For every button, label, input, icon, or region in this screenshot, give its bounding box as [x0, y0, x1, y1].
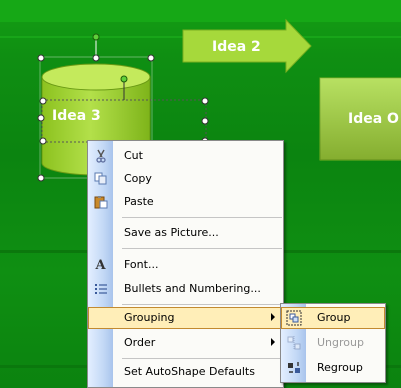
menu-item-font[interactable]: A Font... — [88, 254, 283, 276]
font-icon: A — [95, 257, 106, 273]
menu-item-label: Font... — [124, 258, 159, 271]
submenu-item-group[interactable]: Group — [281, 307, 385, 329]
submenu-item-ungroup[interactable]: Ungroup — [281, 332, 385, 354]
ungroup-icon — [285, 335, 302, 351]
menu-separator — [122, 304, 282, 305]
menu-item-copy[interactable]: Copy — [88, 168, 283, 190]
regroup-icon — [285, 360, 302, 376]
menu-separator — [122, 358, 282, 359]
grouping-submenu: Group Ungroup Regroup — [280, 303, 386, 383]
group-icon — [285, 310, 302, 326]
menu-separator — [122, 217, 282, 218]
menu-item-order[interactable]: Order — [88, 332, 283, 354]
menu-item-label: Set AutoShape Defaults — [124, 365, 255, 378]
menu-separator — [122, 248, 282, 249]
menu-item-save-as-picture[interactable]: Save as Picture... — [88, 222, 283, 244]
menu-item-paste[interactable]: Paste — [88, 191, 283, 213]
menu-item-grouping[interactable]: Grouping — [88, 307, 283, 329]
copy-icon — [92, 171, 109, 187]
menu-item-set-autoshape-defaults[interactable]: Set AutoShape Defaults — [88, 361, 283, 383]
shape-label-idea-o[interactable]: Idea O — [348, 111, 399, 127]
menu-item-label: Paste — [124, 195, 154, 208]
adjust-handle[interactable] — [120, 75, 128, 83]
submenu-item-regroup[interactable]: Regroup — [281, 357, 385, 379]
scissors-icon — [92, 148, 109, 164]
menu-item-label: Copy — [124, 172, 152, 185]
paste-icon — [92, 194, 109, 210]
menu-item-bullets-and-numbering[interactable]: Bullets and Numbering... — [88, 278, 283, 300]
context-menu: Cut Copy Paste Save as Picture... A Font… — [87, 140, 284, 388]
bullets-icon — [92, 281, 109, 297]
menu-item-label: Order — [124, 336, 156, 349]
submenu-arrow-icon — [271, 338, 275, 346]
shape-label-idea-3[interactable]: Idea 3 — [52, 108, 101, 124]
menu-item-label: Grouping — [124, 311, 175, 324]
menu-item-label: Save as Picture... — [124, 226, 219, 239]
menu-item-label: Bullets and Numbering... — [124, 282, 261, 295]
rotation-handle[interactable] — [92, 33, 100, 41]
menu-item-label: Cut — [124, 149, 143, 162]
menu-item-label: Group — [317, 311, 351, 324]
shape-label-idea-2[interactable]: Idea 2 — [212, 39, 261, 55]
menu-item-cut[interactable]: Cut — [88, 145, 283, 167]
menu-item-label: Regroup — [317, 361, 363, 374]
submenu-arrow-icon — [271, 313, 275, 321]
menu-item-label: Ungroup — [317, 336, 364, 349]
